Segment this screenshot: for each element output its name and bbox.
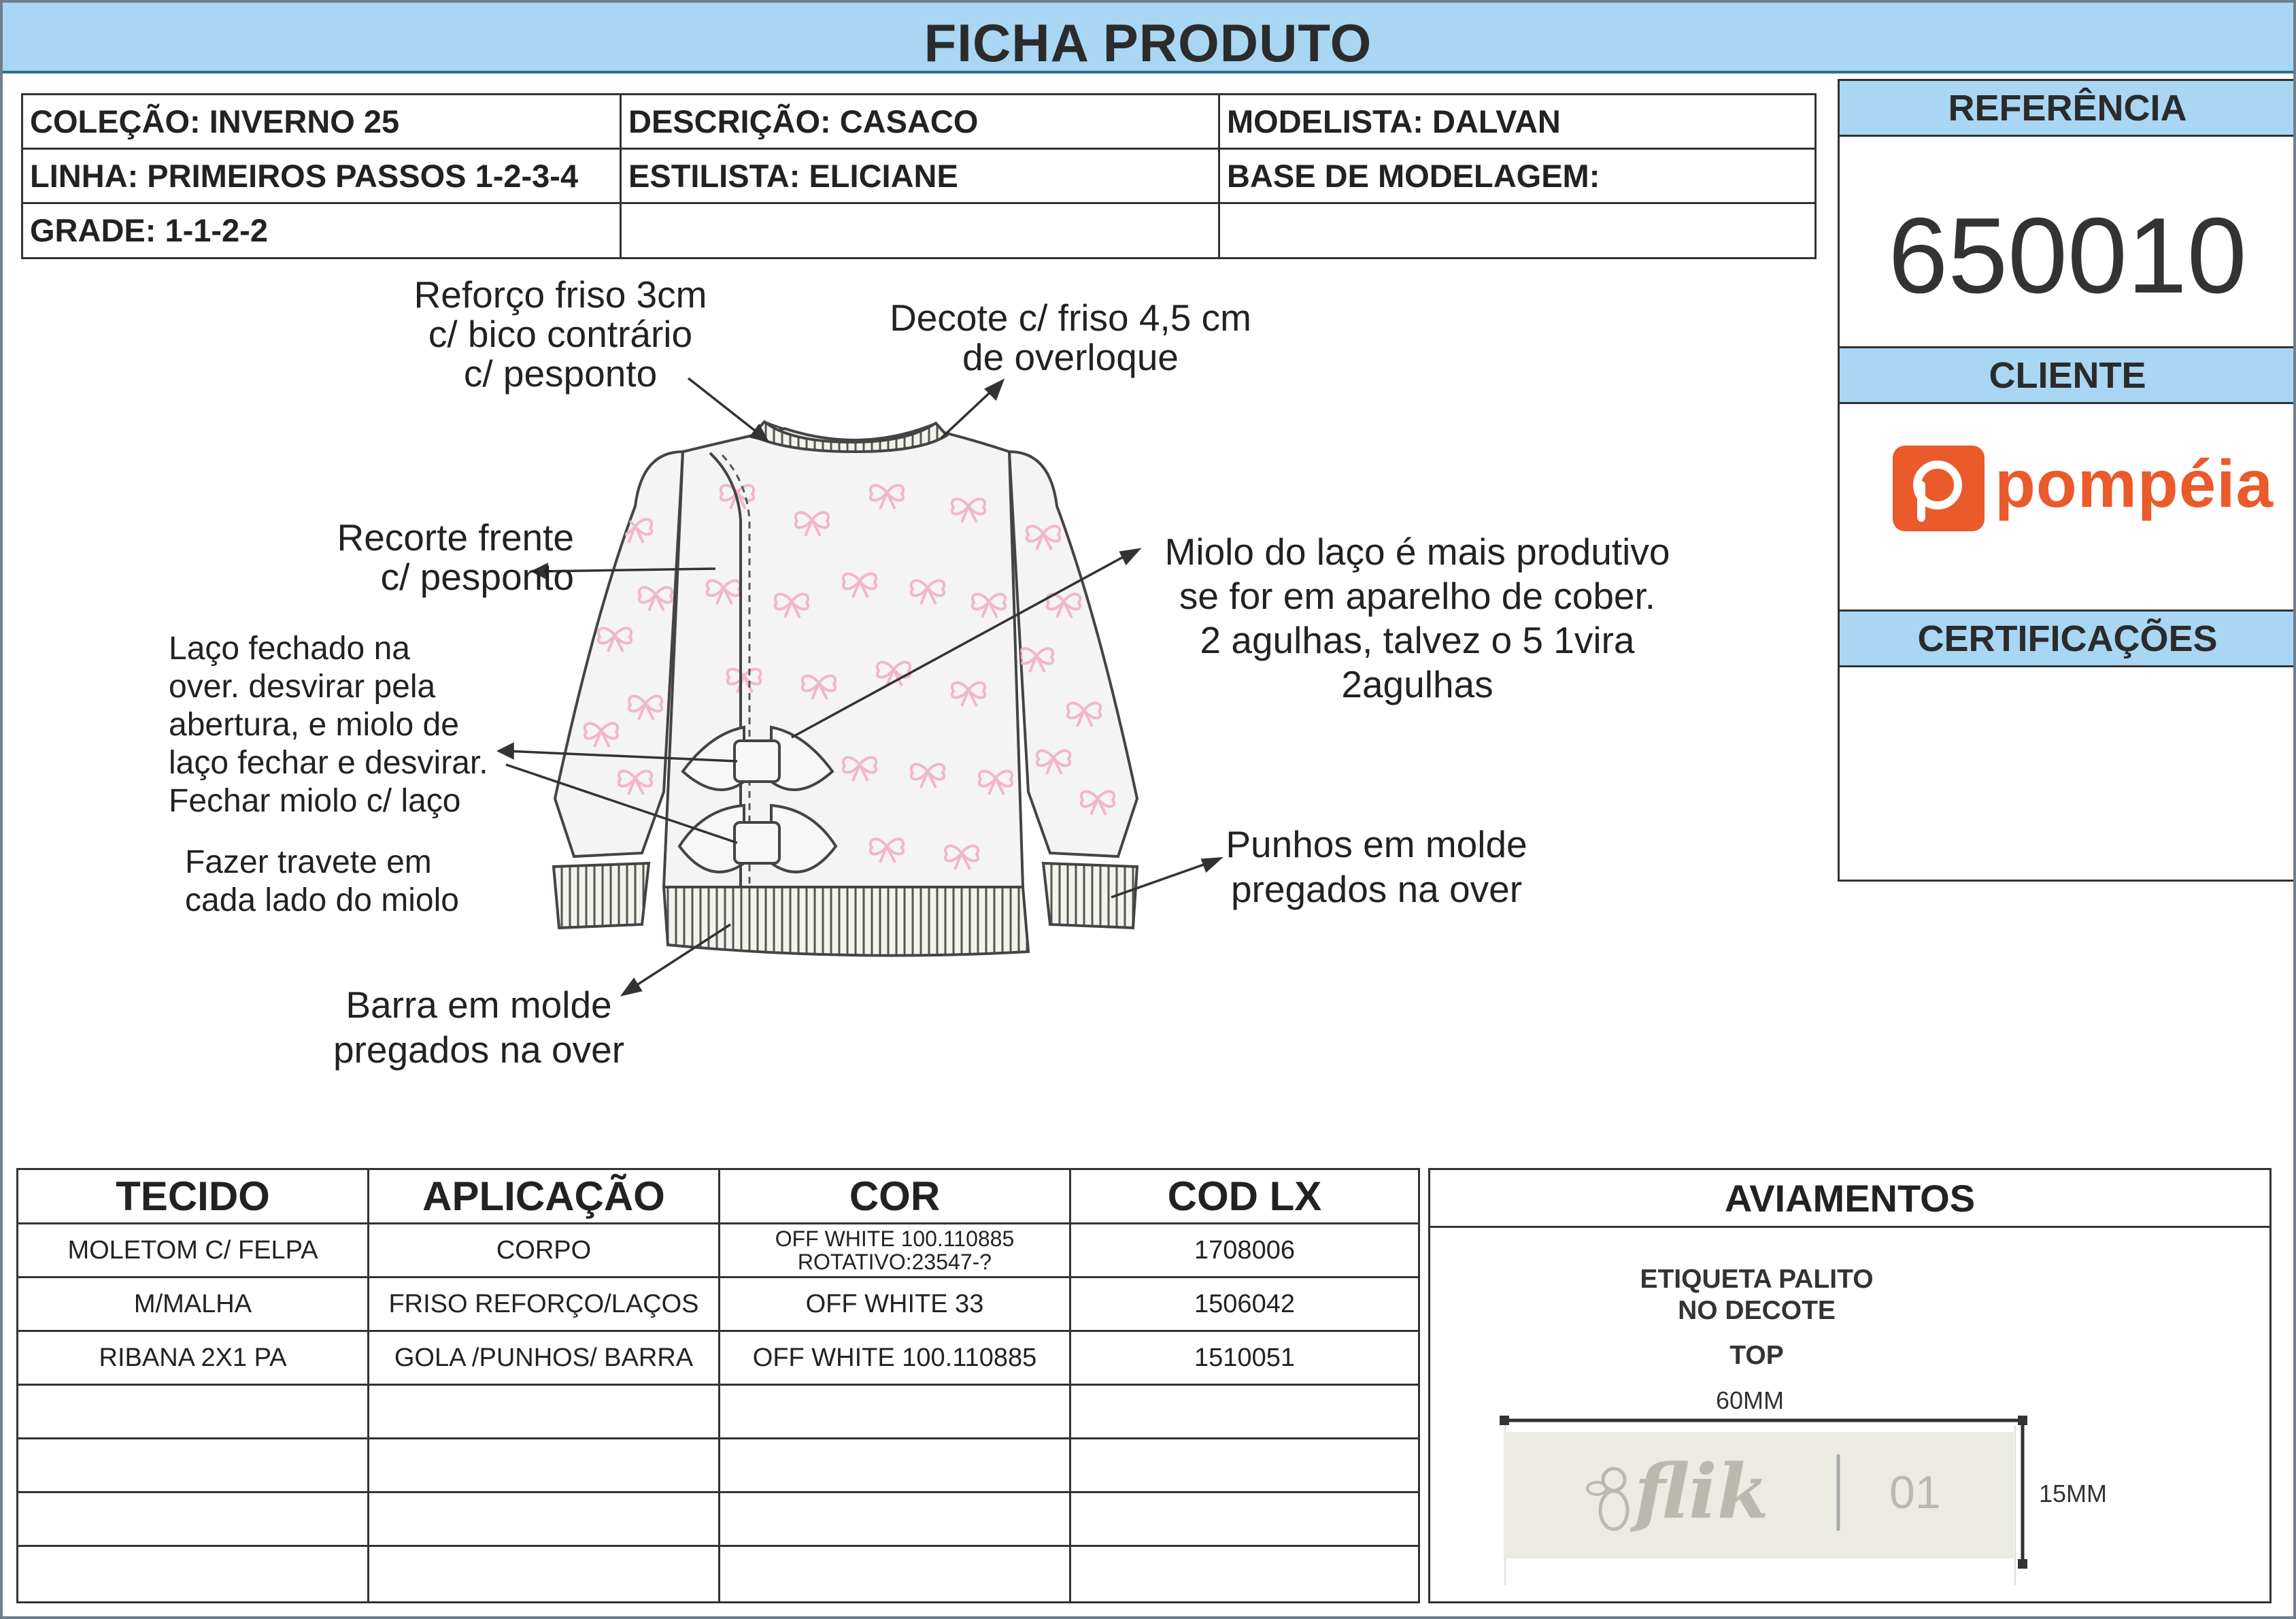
cor-line: ROTATIVO:23547-?: [797, 1250, 992, 1274]
aviamentos-panel: AVIAMENTOS ETIQUETA PALITO NO DECOTE TOP…: [1428, 1168, 2272, 1603]
table-cell: RIBANA 2X1 PA: [18, 1332, 369, 1386]
column-header: COD LX: [1071, 1170, 1418, 1224]
table-cell: 1708006: [1071, 1224, 1418, 1278]
table-cell: FRISO REFORÇO/LAÇOS: [369, 1278, 720, 1332]
table-cell: [1071, 1386, 1418, 1439]
table-cell: [720, 1439, 1071, 1493]
table-cell: [18, 1547, 369, 1601]
column-header: COR: [720, 1170, 1071, 1224]
etiqueta-diagram: [1500, 1416, 2027, 1585]
reforco-annotation: Reforço friso 3cm c/ bico contrário c/ p…: [413, 273, 707, 395]
product-sheet: FICHA PRODUTO COLEÇÃO: INVERNO 25 DESCRI…: [0, 0, 2296, 1619]
table-cell: M/MALHA: [18, 1278, 369, 1332]
barra-annotation: Barra em molde pregados na over: [333, 984, 625, 1071]
table-cell: [720, 1547, 1071, 1601]
miolo-annotation: Miolo do laço é mais produtivo se for em…: [1164, 531, 1670, 705]
table-cell: OFF WHITE 33: [720, 1278, 1071, 1332]
decote-annotation: Decote c/ friso 4,5 cm de overloque: [890, 297, 1251, 378]
table-cell: [1071, 1493, 1418, 1547]
cor-line: OFF WHITE 100.110885: [775, 1226, 1015, 1251]
table-cell: [720, 1386, 1071, 1439]
table-cell: [18, 1439, 369, 1493]
travete-annotation: Fazer travete em cada lado do miolo: [185, 844, 459, 918]
right-sleeve: [1007, 450, 1139, 930]
label-brand: flik: [1634, 1448, 1769, 1535]
table-cell: 1506042: [1071, 1278, 1418, 1332]
table-cell: 1510051: [1071, 1332, 1418, 1386]
table-cell: [720, 1493, 1071, 1547]
table-cell: [369, 1547, 720, 1601]
materials-table: TECIDO APLICAÇÃO COR COD LX MOLETOM C/ FELPA…: [16, 1168, 1420, 1603]
cor-line: OFF WHITE 33: [805, 1290, 984, 1318]
table-cell: CORPO: [369, 1224, 720, 1278]
table-cell: OFF WHITE 100.110885: [720, 1332, 1071, 1386]
laco-annotation: Laço fechado na over. desvirar pela aber…: [169, 631, 488, 819]
table-cell: [1071, 1547, 1418, 1601]
table-cell: GOLA /PUNHOS/ BARRA: [369, 1332, 720, 1386]
table-cell: [18, 1386, 369, 1439]
punhos-annotation: Punhos em molde pregados na over: [1226, 823, 1527, 910]
column-header: APLICAÇÃO: [369, 1170, 720, 1224]
recorte-annotation: Recorte frente c/ pesponto: [337, 516, 574, 598]
table-cell: [1071, 1439, 1418, 1493]
table-cell: [369, 1439, 720, 1493]
column-header: TECIDO: [18, 1170, 369, 1224]
label-number: 01: [1889, 1467, 1941, 1518]
table-cell: [369, 1386, 720, 1439]
table-cell: [18, 1493, 369, 1547]
table-cell: MOLETOM C/ FELPA: [18, 1224, 369, 1278]
cor-line: OFF WHITE 100.110885: [752, 1343, 1037, 1372]
table-cell: [369, 1493, 720, 1547]
table-cell: OFF WHITE 100.110885 ROTATIVO:23547-?: [720, 1224, 1071, 1278]
garment-body: [662, 420, 1030, 957]
